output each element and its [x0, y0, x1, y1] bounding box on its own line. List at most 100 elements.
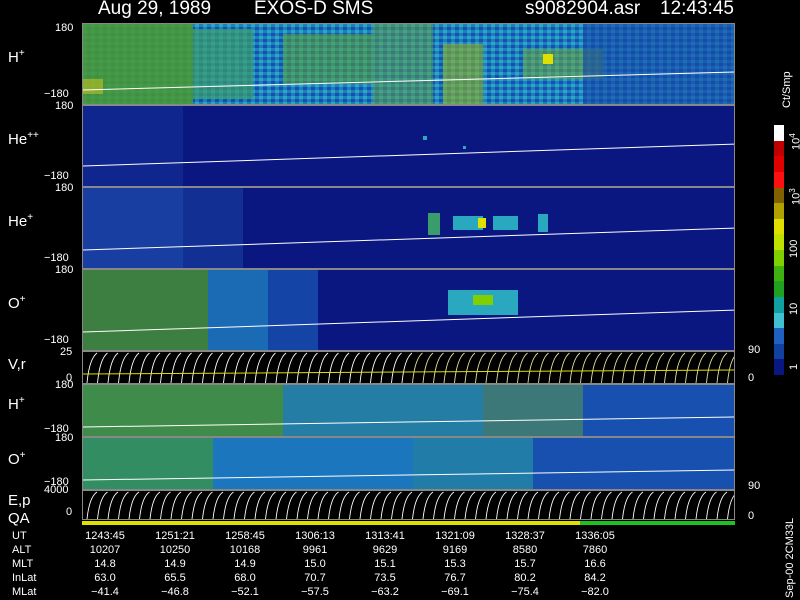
curve-line [527, 352, 539, 383]
panel-label-lower-h-plus: H+ [8, 395, 25, 413]
header-filename: s9082904.asr [525, 0, 641, 19]
curve-line [191, 352, 203, 383]
table-cell: 15.3 [444, 558, 466, 570]
colorbar-segment [774, 296, 784, 313]
colorbar [774, 125, 784, 375]
curve-line [401, 491, 413, 519]
curve-line [643, 352, 654, 383]
curve-line [538, 352, 549, 383]
curve-line [443, 352, 455, 383]
rtick-top: 90 [748, 480, 761, 492]
curve-line [244, 491, 255, 519]
curve-line [380, 491, 392, 519]
curve-line [569, 352, 581, 383]
curve-line [223, 352, 234, 383]
curve-line [349, 491, 360, 519]
ytick-min: −180 [44, 252, 69, 264]
curve-line [548, 491, 560, 519]
curve-line [538, 491, 549, 519]
table-row-label: ALT [12, 544, 32, 556]
table-cell: 15.0 [304, 558, 326, 570]
curve-line [433, 491, 444, 519]
ytick-max: 25 [60, 346, 73, 358]
heatmap-lower-o-plus [83, 438, 734, 489]
curve-line [580, 491, 591, 519]
heatmap-he-plusplus [83, 106, 734, 186]
curve-line [454, 491, 465, 519]
curve-line [328, 352, 339, 383]
header-time: 12:43:45 [660, 0, 734, 19]
curve-line [349, 352, 360, 383]
line-plot-e-p [86, 491, 734, 519]
trend-line [83, 369, 734, 375]
curve-line [611, 352, 623, 383]
curve-line [149, 352, 161, 383]
panel-label-lower-o-plus: O+ [8, 450, 26, 468]
curve-line [517, 491, 528, 519]
curve-line [559, 491, 570, 519]
table-row-label: UT [12, 530, 27, 542]
curve-line [359, 352, 371, 383]
curve-line [233, 491, 245, 519]
table-cell: −75.4 [511, 586, 539, 598]
panel-label-e-p: E,p [8, 492, 31, 509]
curve-line [317, 491, 329, 519]
curve-line [632, 491, 644, 519]
heatmap-he-plus [83, 188, 734, 268]
curve-line [370, 491, 381, 519]
table-cell: 1313:41 [365, 530, 405, 542]
curve-line [611, 491, 623, 519]
table-cell: 1258:45 [225, 530, 265, 542]
curve-line [170, 352, 182, 383]
curve-line [422, 352, 434, 383]
ytick-max: 180 [55, 182, 74, 194]
ytick-max: 180 [55, 379, 74, 391]
curve-line [664, 352, 675, 383]
curve-line [695, 352, 707, 383]
curve-line [727, 494, 734, 519]
curve-line [149, 491, 161, 519]
colorbar-segment [774, 312, 784, 329]
curve-line [223, 491, 234, 519]
table-cell: 15.7 [514, 558, 536, 570]
table-cell: −41.4 [91, 586, 119, 598]
panel-h-plus [82, 23, 735, 105]
ytick-min: −180 [44, 88, 69, 100]
curve-line [202, 491, 213, 519]
ytick-min: −180 [44, 334, 69, 346]
curve-line [496, 491, 507, 519]
curve-line [622, 491, 633, 519]
curve-line [464, 491, 476, 519]
curve-line [307, 491, 318, 519]
curve-line [506, 352, 518, 383]
curve-line [97, 352, 108, 383]
curve-line [107, 491, 119, 519]
curve-line [254, 491, 266, 519]
colorbar-segment [774, 250, 784, 266]
curve-line [716, 352, 728, 383]
table-cell: 1306:13 [295, 530, 335, 542]
curve-line [433, 352, 444, 383]
curve-line [286, 352, 297, 383]
curve-line [202, 352, 213, 383]
curve-line [128, 491, 140, 519]
table-cell: 9629 [372, 544, 398, 556]
table-cell: 14.9 [234, 558, 256, 570]
heatmap-lower-h-plus [83, 385, 734, 436]
colorbar-segment [774, 203, 784, 219]
curve-line [328, 491, 339, 519]
curve-line [601, 491, 612, 519]
curve-line [275, 491, 287, 519]
curve-line [160, 491, 171, 519]
curve-line [706, 352, 717, 383]
colorbar-label-1e4: 104 [788, 133, 800, 150]
panel-lower-h-plus [82, 384, 735, 437]
curve-line [265, 352, 276, 383]
curve-line [527, 491, 539, 519]
curve-line [412, 491, 423, 519]
curve-line [674, 491, 686, 519]
colorbar-unit: Ct/Smp [781, 71, 793, 108]
curve-line [307, 352, 318, 383]
table-cell: 7860 [582, 544, 608, 556]
table-cell: 73.5 [374, 572, 396, 584]
